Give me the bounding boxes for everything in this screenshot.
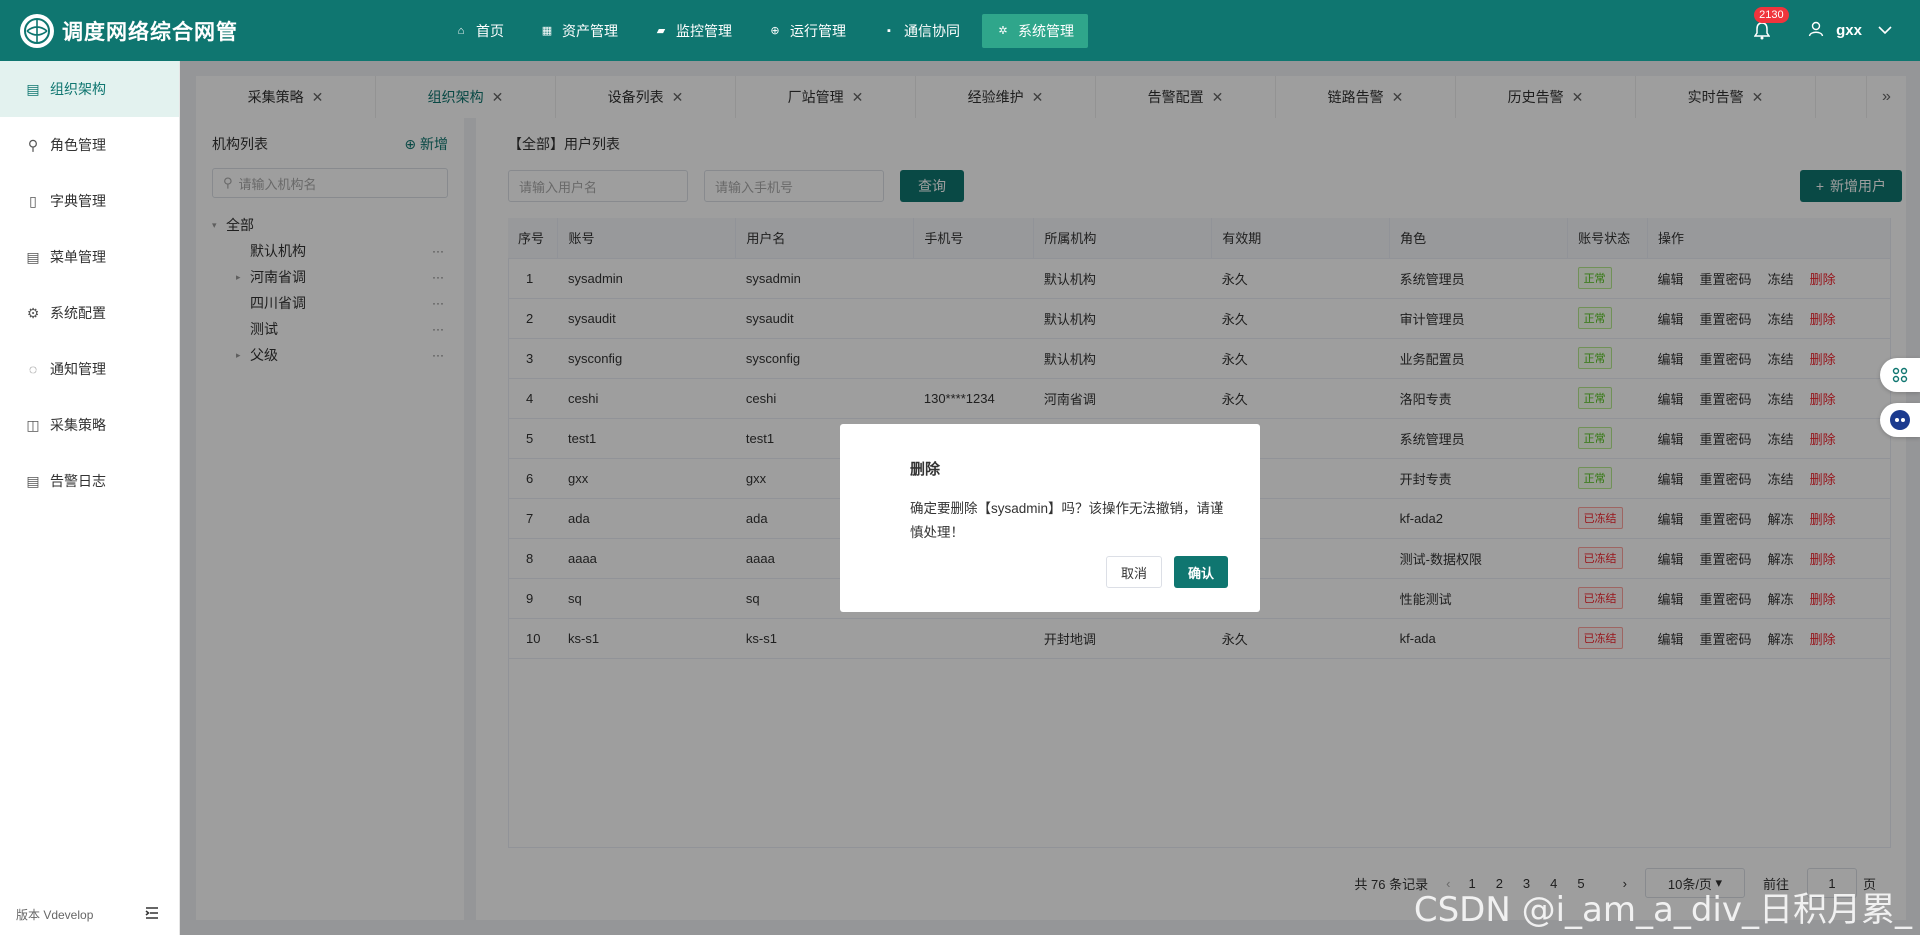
plus-circle-icon: ⊕ [770, 25, 780, 37]
sidebar-icon: ◌ [28, 361, 38, 377]
csdn-watermark: CSDN @i_am_a_div_日积月累_ [1413, 890, 1912, 930]
collapse-menu-icon[interactable] [145, 907, 159, 922]
sidebar-icon: ▤ [26, 80, 40, 97]
sidebar-item-label: 告警日志 [50, 473, 106, 489]
nav-item-2[interactable]: ▰ 监控管理 [640, 14, 746, 48]
sidebar: ▤ 组织架构 ⚲ 角色管理 ▯ 字典管理 ▤ 菜单管理 ⚙ 系统配置 ◌ 通知管理 ◫ 采集策略 ▤ 告警日志… [0, 61, 180, 935]
app-title: 调度网络综合网管 [62, 20, 238, 44]
sidebar-item-label: 角色管理 [50, 137, 106, 153]
sidebar-footer: 版本 Vdevelop [16, 906, 159, 923]
confirm-button[interactable]: 确认 [1173, 556, 1228, 588]
grid-icon: ▦ [541, 25, 553, 37]
sidebar-item-label: 组织架构 [50, 81, 106, 97]
sidebar-icon: ▤ [26, 248, 40, 265]
nav-label: 监控管理 [676, 22, 732, 39]
sidebar-item-1[interactable]: ⚲ 角色管理 [0, 117, 179, 173]
sidebar-icon: ▯ [29, 192, 37, 209]
sidebar-item-5[interactable]: ◌ 通知管理 [0, 341, 179, 397]
message-icon: ▪ [887, 24, 891, 37]
sidebar-item-7[interactable]: ▤ 告警日志 [0, 453, 179, 509]
dialog-message: 确定要删除【sysadmin】吗？该操作无法撤销，请谨慎处理！ [910, 501, 1224, 540]
nav-item-5[interactable]: ✲ 系统管理 [982, 13, 1088, 48]
nav-label: 通信协同 [904, 22, 960, 39]
sidebar-item-label: 菜单管理 [50, 249, 106, 265]
nav-label: 系统管理 [1018, 22, 1074, 39]
notification-bell-icon[interactable]: 2130 [1750, 6, 1789, 43]
assistant-float-icon[interactable] [1880, 403, 1920, 437]
header-actions: 2130 gxx [1750, 0, 1892, 61]
nav-item-3[interactable]: ⊕ 运行管理 [754, 14, 860, 48]
sidebar-item-3[interactable]: ▤ 菜单管理 [0, 229, 179, 285]
sidebar-item-label: 系统配置 [50, 305, 106, 321]
car-icon: ▰ [656, 25, 666, 37]
version-label: 版本 Vdevelop [16, 908, 94, 922]
logo-icon [20, 13, 54, 48]
home-icon: ⌂ [457, 24, 465, 37]
delete-confirm-dialog: 删除 确定要删除【sysadmin】吗？该操作无法撤销，请谨慎处理！ 取消 确认 [840, 424, 1260, 612]
top-bar: 调度网络综合网管 ⌂ 首页 ▦ 资产管理 ▰ 监控管理 ⊕ 运行管理 ▪ 通信协同 ✲ 系统管理 21… [0, 0, 1920, 61]
sidebar-item-2[interactable]: ▯ 字典管理 [0, 173, 179, 229]
sidebar-item-0[interactable]: ▤ 组织架构 [0, 61, 179, 117]
sidebar-icon: ⚲ [27, 136, 39, 153]
sidebar-item-label: 采集策略 [50, 417, 106, 433]
gear-icon: ✲ [998, 25, 1008, 37]
cancel-button[interactable]: 取消 [1105, 556, 1162, 588]
user-name[interactable]: gxx [1836, 22, 1862, 39]
chevron-down-icon[interactable] [1878, 23, 1892, 38]
sidebar-icon: ◫ [26, 416, 40, 433]
brand: 调度网络综合网管 [0, 13, 440, 48]
notification-count-badge: 2130 [1754, 6, 1789, 23]
nav-item-1[interactable]: ▦ 资产管理 [526, 14, 632, 48]
sidebar-icon: ⚙ [26, 304, 40, 321]
nav-label: 运行管理 [790, 22, 846, 39]
main-nav: ⌂ 首页 ▦ 资产管理 ▰ 监控管理 ⊕ 运行管理 ▪ 通信协同 ✲ 系统管理 [440, 0, 1096, 61]
sidebar-item-4[interactable]: ⚙ 系统配置 [0, 285, 179, 341]
nav-label: 资产管理 [562, 22, 618, 39]
apps-float-icon[interactable] [1880, 358, 1920, 392]
sidebar-icon: ▤ [26, 472, 40, 489]
dialog-title: 删除 [910, 461, 941, 478]
sidebar-item-6[interactable]: ◫ 采集策略 [0, 397, 179, 453]
nav-item-4[interactable]: ▪ 通信协同 [868, 14, 974, 48]
user-icon[interactable] [1808, 21, 1824, 40]
nav-label: 首页 [476, 22, 504, 39]
sidebar-item-label: 字典管理 [50, 193, 106, 209]
sidebar-item-label: 通知管理 [50, 361, 106, 377]
nav-item-0[interactable]: ⌂ 首页 [440, 14, 518, 48]
